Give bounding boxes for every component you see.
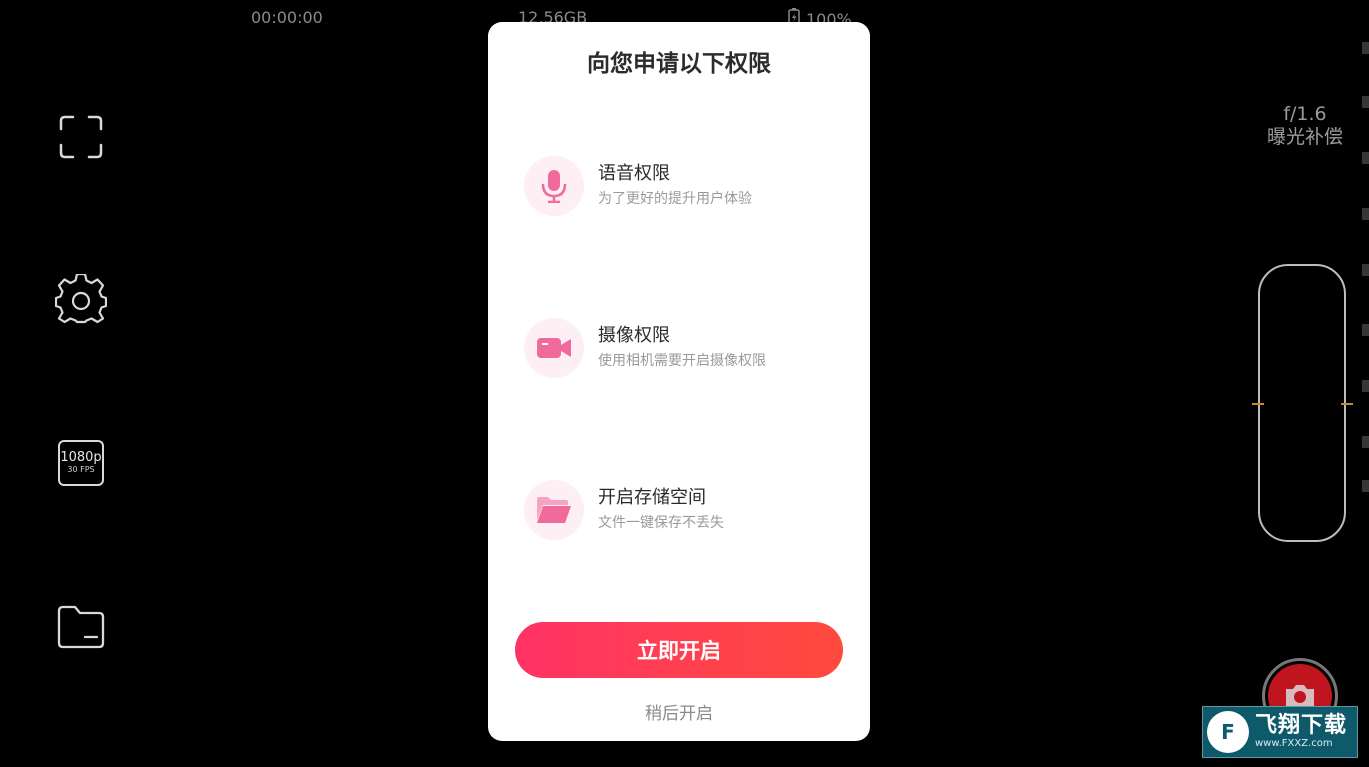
dialog-title: 向您申请以下权限 (587, 51, 771, 77)
watermark-name: 飞翔下载 (1255, 713, 1348, 738)
permission-title: 语音权限 (598, 163, 670, 184)
permission-item-voice: 语音权限 为了更好的提升用户体验 (524, 156, 752, 216)
permission-desc: 为了更好的提升用户体验 (598, 191, 752, 207)
resolution-button[interactable]: 1080p 30 FPS (54, 436, 108, 490)
permission-desc: 使用相机需要开启摄像权限 (598, 353, 766, 369)
permission-item-camera: 摄像权限 使用相机需要开启摄像权限 (524, 318, 766, 378)
folder-icon (57, 605, 105, 649)
fullscreen-frame-button[interactable] (54, 110, 108, 164)
gallery-folder-button[interactable] (54, 600, 108, 654)
folder-open-icon (524, 480, 584, 540)
frame-corners-icon (59, 115, 103, 159)
slider-tick-left (1252, 403, 1264, 405)
microphone-icon (524, 156, 584, 216)
resolution-badge: 1080p 30 FPS (58, 440, 104, 486)
permission-title: 摄像权限 (598, 325, 670, 346)
permission-dialog: 向您申请以下权限 语音权限 为了更好的提升用户体验 摄像权限 使用相机需要开启摄… (488, 22, 870, 741)
fps-label: 30 FPS (67, 465, 95, 474)
site-watermark: F 飞翔下载 www.FXXZ.com (1202, 706, 1358, 758)
recording-time: 00:00:00 (251, 8, 323, 27)
exposure-info[interactable]: f/1.6 曝光补偿 (1267, 103, 1343, 149)
settings-button[interactable] (54, 273, 108, 327)
permission-title: 开启存储空间 (598, 487, 706, 508)
resolution-label: 1080p (60, 450, 102, 465)
enable-now-button[interactable]: 立即开启 (515, 622, 843, 678)
edge-partial-text (1362, 40, 1369, 500)
permission-item-storage: 开启存储空间 文件一键保存不丢失 (524, 480, 724, 540)
enable-later-button[interactable]: 稍后开启 (488, 699, 870, 724)
video-camera-icon (524, 318, 584, 378)
permission-desc: 文件一键保存不丢失 (598, 515, 724, 531)
watermark-url: www.FXXZ.com (1255, 738, 1333, 749)
exposure-slider[interactable] (1258, 264, 1346, 542)
aperture-value: f/1.6 (1283, 103, 1327, 125)
exposure-label: 曝光补偿 (1266, 126, 1343, 148)
gear-icon (55, 274, 107, 324)
watermark-logo-icon: F (1207, 711, 1249, 753)
slider-tick-right (1341, 403, 1353, 405)
